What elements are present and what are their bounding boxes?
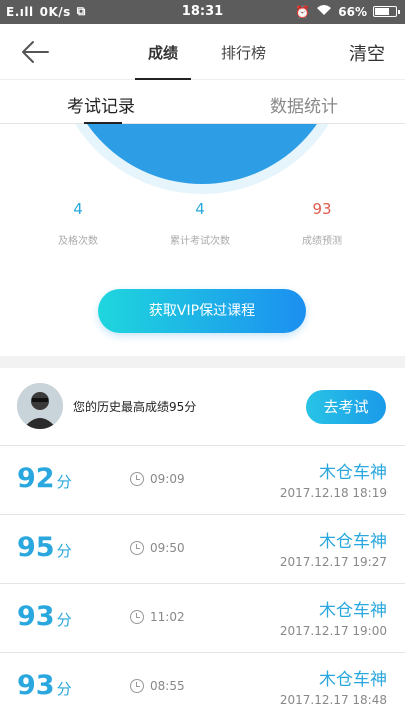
- record-username: 木仓车神: [319, 670, 387, 690]
- sub-tabs: 考试记录 数据统计: [0, 80, 405, 124]
- score-gauge: [0, 124, 405, 194]
- section-divider: [0, 356, 405, 368]
- stat-score-prediction: 93 成绩预测: [272, 200, 372, 247]
- best-score-row: 您的历史最高成绩95分 去考试: [0, 368, 405, 446]
- battery-icon: [373, 6, 400, 17]
- top-header: 成绩 排行榜 清空: [0, 24, 405, 80]
- record-username: 木仓车神: [319, 601, 387, 621]
- record-date: 2017.12.18 18:19: [279, 486, 387, 500]
- exam-record-row[interactable]: 92 分 09:09 木仓车神 2017.12.18 18:19: [0, 446, 405, 515]
- tab-data-statistics[interactable]: 数据统计: [270, 92, 338, 117]
- stat-value: 4: [195, 200, 205, 218]
- stat-total-exams: 4 累计考试次数: [150, 200, 250, 247]
- avatar[interactable]: [17, 383, 63, 429]
- clock-icon: [130, 610, 144, 624]
- record-score: 93 分: [17, 601, 72, 632]
- back-button[interactable]: [20, 38, 50, 66]
- record-date: 2017.12.17 18:48: [279, 693, 387, 707]
- stat-passed-count: 4 及格次数: [28, 200, 128, 247]
- record-date: 2017.12.17 19:27: [279, 555, 387, 569]
- best-score-text: 您的历史最高成绩95分: [73, 400, 197, 414]
- tab-score[interactable]: 成绩: [148, 42, 178, 63]
- clock-icon: [130, 541, 144, 555]
- record-duration: 09:09: [130, 472, 185, 486]
- back-arrow-icon: [22, 41, 49, 63]
- tab-exam-records[interactable]: 考试记录: [67, 92, 135, 117]
- stat-value: 4: [73, 200, 83, 218]
- clock-icon: [130, 472, 144, 486]
- clock-icon: [130, 679, 144, 693]
- battery-percent: 66%: [338, 4, 367, 19]
- record-duration: 11:02: [130, 610, 185, 624]
- alarm-icon: ⏰: [295, 4, 311, 19]
- exam-record-row[interactable]: 93 分 11:02 木仓车神 2017.12.17 19:00: [0, 584, 405, 653]
- record-score: 95 分: [17, 532, 72, 563]
- record-duration: 09:50: [130, 541, 185, 555]
- tab-ranking[interactable]: 排行榜: [221, 42, 266, 63]
- go-exam-button[interactable]: 去考试: [306, 390, 386, 424]
- wifi-icon: [316, 4, 332, 19]
- stat-label: 及格次数: [58, 236, 98, 247]
- status-bar: E.ıll 0K/s ⧉ 18:31 ⏰ 66%: [0, 0, 405, 24]
- exam-record-row[interactable]: 95 分 09:50 木仓车神 2017.12.17 19:27: [0, 515, 405, 584]
- stat-value: 93: [312, 200, 332, 218]
- record-score: 92 分: [17, 463, 72, 494]
- clear-button[interactable]: 清空: [349, 40, 385, 66]
- record-score: 93 分: [17, 670, 72, 701]
- record-username: 木仓车神: [319, 463, 387, 483]
- vip-course-button[interactable]: 获取VIP保过课程: [98, 289, 306, 333]
- status-right: ⏰ 66%: [295, 4, 400, 19]
- record-duration: 08:55: [130, 679, 185, 693]
- stat-label: 累计考试次数: [170, 236, 230, 247]
- stat-label: 成绩预测: [302, 236, 342, 247]
- record-date: 2017.12.17 19:00: [279, 624, 387, 638]
- exam-record-row[interactable]: 93 分 08:55 木仓车神 2017.12.17 18:48: [0, 653, 405, 720]
- record-username: 木仓车神: [319, 532, 387, 552]
